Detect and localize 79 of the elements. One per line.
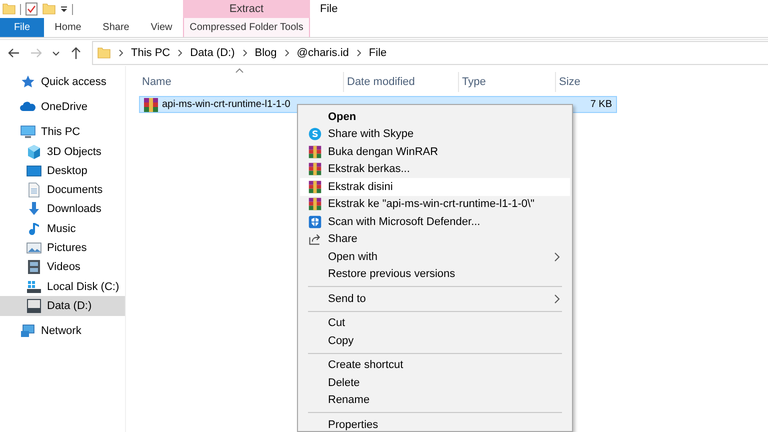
- properties-icon[interactable]: [25, 2, 38, 16]
- menu-item[interactable]: Share with Skype: [300, 126, 570, 143]
- archive-icon: [143, 96, 159, 112]
- sidebar-item[interactable]: Data (D:): [0, 296, 125, 316]
- sidebar-item[interactable]: 3D Objects: [0, 142, 125, 162]
- sidebar-item[interactable]: Documents: [0, 180, 125, 200]
- breadcrumb-item[interactable]: This PC: [131, 47, 170, 59]
- shield-icon: [308, 214, 322, 229]
- sidebar-item[interactable]: Videos: [0, 258, 125, 277]
- sidebar-item[interactable]: Pictures: [0, 238, 125, 258]
- menu-item[interactable]: Create shortcut: [300, 356, 570, 374]
- window-title: File: [319, 3, 338, 15]
- cube-icon: [26, 144, 42, 160]
- column-header[interactable]: Type: [462, 76, 486, 88]
- menu-item[interactable]: Rename: [300, 392, 570, 409]
- document-icon: [26, 182, 42, 198]
- menu-item[interactable]: Share: [300, 230, 570, 248]
- menu-item[interactable]: Ekstrak disini: [300, 178, 570, 196]
- sidebar-item[interactable]: Network: [0, 322, 125, 341]
- share-icon: [308, 232, 322, 246]
- breadcrumb-item[interactable]: Blog: [254, 47, 277, 59]
- menu-item[interactable]: Restore previous versions: [300, 266, 570, 283]
- archive-icon: [308, 197, 322, 212]
- breadcrumb-item[interactable]: @charis.id: [296, 47, 349, 59]
- sidebar-item[interactable]: Quick access: [0, 72, 125, 92]
- sidebar-item[interactable]: Music: [0, 219, 125, 238]
- sidebar-item[interactable]: OneDrive: [0, 97, 125, 117]
- picture-icon: [26, 240, 42, 256]
- skype-icon: [308, 127, 322, 142]
- column-header[interactable]: Date modified: [347, 76, 415, 88]
- menu-item[interactable]: Properties: [300, 416, 570, 431]
- ribbon-tab[interactable]: Share: [92, 18, 140, 37]
- new-folder-icon: [42, 2, 56, 16]
- computer-icon: [20, 124, 36, 140]
- menu-item[interactable]: Ekstrak ke "api-ms-win-crt-runtime-l1-1-0\": [300, 196, 570, 213]
- music-note-icon: [26, 220, 42, 237]
- menu-item[interactable]: Open: [300, 108, 570, 126]
- chevron-icon: [177, 49, 184, 57]
- archive-icon: [308, 162, 322, 176]
- drive-icon: [26, 278, 42, 295]
- dropdown-icon[interactable]: [60, 4, 68, 14]
- ribbon-tab[interactable]: Home: [44, 18, 92, 37]
- column-header[interactable]: Size: [559, 76, 580, 88]
- sidebar-item[interactable]: Downloads: [0, 200, 125, 220]
- ribbon-tab[interactable]: File: [0, 18, 44, 37]
- chevron-icon: [284, 49, 290, 57]
- menu-item[interactable]: Cut: [300, 314, 570, 332]
- ribbon-tab[interactable]: Compressed Folder Tools: [183, 18, 310, 37]
- chevron-icon: [356, 49, 362, 57]
- menu-item[interactable]: Ekstrak berkas...: [300, 160, 570, 178]
- film-icon: [26, 259, 42, 276]
- sidebar-item[interactable]: Desktop: [0, 161, 125, 180]
- column-header[interactable]: Name: [142, 76, 172, 88]
- sidebar-item[interactable]: This PC: [0, 122, 125, 142]
- desktop-icon: [26, 162, 42, 179]
- address-bar[interactable]: This PC Data (D:) Blog @charis.id File: [92, 41, 768, 65]
- menu-item[interactable]: Open with: [300, 248, 570, 266]
- archive-icon: [308, 144, 322, 159]
- breadcrumb-item[interactable]: File: [368, 47, 387, 59]
- menu-item[interactable]: Send to: [300, 290, 570, 308]
- folder-icon: [97, 46, 111, 60]
- ribbon-tab[interactable]: View: [140, 18, 183, 37]
- file-size: 7 KB: [590, 99, 613, 110]
- chevron-icon: [242, 49, 248, 57]
- network-icon: [20, 323, 36, 340]
- contextual-tab-group: Extract: [183, 0, 310, 18]
- download-arrow-icon: [26, 201, 42, 218]
- menu-item[interactable]: Scan with Microsoft Defender...: [300, 213, 570, 230]
- menu-item[interactable]: Copy: [300, 332, 570, 350]
- menu-item[interactable]: Buka dengan WinRAR: [300, 143, 570, 160]
- sidebar-item[interactable]: Local Disk (C:): [0, 276, 125, 296]
- file-name: api-ms-win-crt-runtime-l1-1-0: [162, 99, 292, 110]
- archive-icon: [308, 180, 322, 194]
- chevron-icon: [118, 49, 124, 57]
- menu-item[interactable]: Delete: [300, 374, 570, 392]
- drive-icon: [26, 298, 42, 314]
- breadcrumb-item[interactable]: Data (D:): [190, 47, 235, 59]
- star-icon: [20, 74, 36, 90]
- folder-icon: [2, 2, 16, 16]
